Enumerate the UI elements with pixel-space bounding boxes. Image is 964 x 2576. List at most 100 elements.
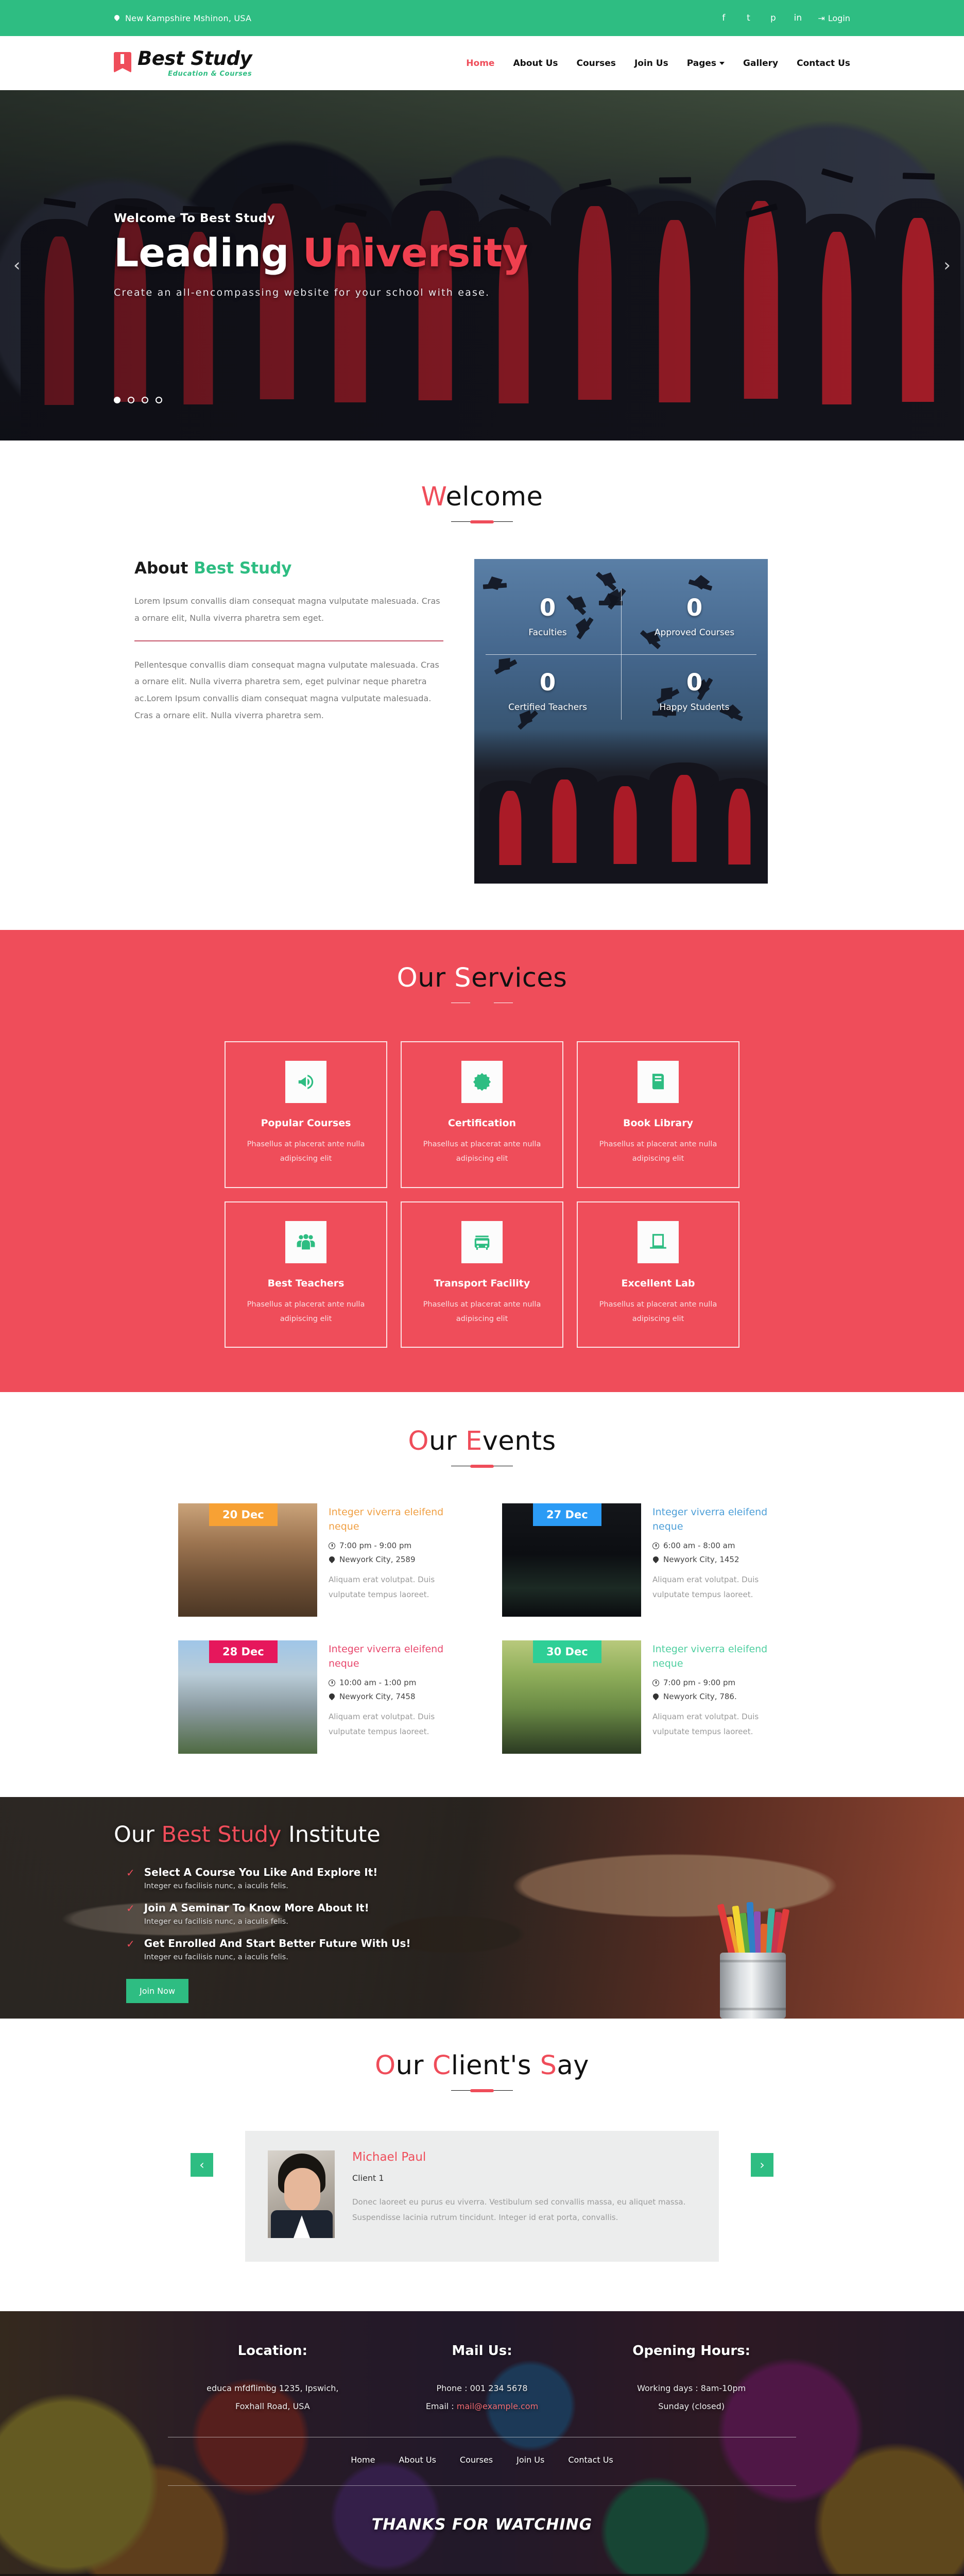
avatar bbox=[268, 2150, 335, 2238]
nav-item-home[interactable]: Home bbox=[466, 58, 494, 69]
testimonial-next-button[interactable]: › bbox=[751, 2153, 773, 2177]
event-thumbnail: 28 Dec bbox=[178, 1640, 317, 1754]
service-desc: Phasellus at placerat ante nulla adipisc… bbox=[237, 1137, 375, 1166]
footer-link-courses[interactable]: Courses bbox=[460, 2455, 493, 2465]
events-title-rest: vents bbox=[483, 1426, 556, 1456]
institute-heading-1: Our bbox=[114, 1822, 161, 1848]
hero-slider: Welcome To Best Study Leading University… bbox=[0, 90, 964, 440]
avatar-face bbox=[284, 2168, 320, 2212]
slider-dot-1[interactable] bbox=[114, 397, 120, 403]
service-title: Popular Courses bbox=[237, 1117, 375, 1129]
nav-item-courses[interactable]: Courses bbox=[577, 58, 616, 69]
services-title-s: S bbox=[454, 963, 471, 993]
clock-icon bbox=[329, 1543, 335, 1549]
footer-link-join-us[interactable]: Join Us bbox=[517, 2455, 544, 2465]
pinterest-icon[interactable]: p bbox=[768, 14, 778, 23]
service-desc: Phasellus at placerat ante nulla adipisc… bbox=[413, 1297, 551, 1327]
service-card-certification[interactable]: Certification Phasellus at placerat ante… bbox=[401, 1041, 563, 1188]
clock-icon bbox=[652, 1680, 659, 1686]
nav-item-join-us[interactable]: Join Us bbox=[634, 58, 668, 69]
stat-certified-teachers-label: Certified Teachers bbox=[508, 702, 587, 713]
event-title[interactable]: Integer viverra eleifend neque bbox=[652, 1642, 786, 1671]
testimonials-section: Our Client's Say ‹ › Michael Paul Client… bbox=[0, 2019, 964, 2311]
event-card[interactable]: 27 Dec Integer viverra eleifend neque 6:00… bbox=[502, 1503, 786, 1617]
about-heading-accent: Best Study bbox=[194, 559, 291, 578]
services-grid: Popular Courses Phasellus at placerat an… bbox=[225, 1041, 739, 1348]
copyright-bar: © 2018 Best Study. All Rights Reserved f… bbox=[0, 2574, 964, 2576]
service-card-popular-courses[interactable]: Popular Courses Phasellus at placerat an… bbox=[225, 1041, 387, 1188]
twitter-icon[interactable]: t bbox=[744, 14, 753, 23]
location-text: New Kampshire Mshinon, USA bbox=[125, 13, 251, 23]
event-location: Newyork City, 7458 bbox=[329, 1692, 462, 1701]
stat-certified-teachers: 0 Certified Teachers bbox=[474, 654, 621, 729]
stats-counter-panel: 0 Faculties 0 Approved Courses 0 Certifi… bbox=[474, 559, 768, 884]
location-pin-icon bbox=[329, 1556, 335, 1563]
footer: Location: educa mfdflimbg 1235, Ipswich,… bbox=[0, 2311, 964, 2576]
testimonial-prev-button[interactable]: ‹ bbox=[191, 2153, 213, 2177]
testi-title-o: O bbox=[375, 2050, 396, 2081]
slider-dot-3[interactable] bbox=[142, 397, 148, 403]
login-label: Login bbox=[828, 13, 850, 23]
stat-certified-teachers-value: 0 bbox=[540, 671, 556, 694]
slider-dot-4[interactable] bbox=[156, 397, 162, 403]
event-thumbnail: 27 Dec bbox=[502, 1503, 641, 1617]
welcome-title-first: W bbox=[421, 482, 446, 512]
nav-item-pages[interactable]: Pages bbox=[687, 58, 725, 69]
clock-icon bbox=[652, 1543, 659, 1549]
nav-item-gallery[interactable]: Gallery bbox=[743, 58, 778, 69]
footer-email-link[interactable]: mail@example.com bbox=[457, 2401, 538, 2411]
testi-title-s: S bbox=[540, 2050, 557, 2081]
topbar-location: New Kampshire Mshinon, USA bbox=[114, 13, 251, 23]
services-section: Our Services Popular Courses Phasellus a… bbox=[0, 930, 964, 1392]
event-title[interactable]: Integer viverra eleifend neque bbox=[329, 1505, 462, 1534]
graduate-figure bbox=[531, 768, 598, 884]
login-link[interactable]: ⇥ Login bbox=[818, 13, 850, 23]
slider-prev-arrow[interactable]: ‹ bbox=[13, 255, 21, 276]
events-title-o: O bbox=[408, 1426, 429, 1456]
event-card[interactable]: 30 Dec Integer viverra eleifend neque 7:00… bbox=[502, 1640, 786, 1754]
event-title[interactable]: Integer viverra eleifend neque bbox=[652, 1505, 786, 1534]
event-description: Aliquam erat volutpat. Duis vulputate te… bbox=[652, 1572, 786, 1602]
point-title: Join A Seminar To Know More About It! bbox=[144, 1902, 369, 1914]
check-icon: ✓ bbox=[126, 1939, 135, 1961]
testimonial-text: Donec laoreet eu purus eu viverra. Vesti… bbox=[352, 2194, 687, 2225]
service-card-excellent-lab[interactable]: Excellent Lab Phasellus at placerat ante… bbox=[577, 1201, 739, 1348]
footer-columns: Location: educa mfdflimbg 1235, Ipswich,… bbox=[168, 2343, 796, 2415]
brand-logo[interactable]: Best Study Education & Courses bbox=[114, 49, 252, 77]
nav-item-about-us[interactable]: About Us bbox=[513, 58, 558, 69]
join-now-button[interactable]: Join Now bbox=[126, 1979, 188, 2003]
linkedin-icon[interactable]: in bbox=[793, 14, 802, 23]
stat-faculties-label: Faculties bbox=[528, 628, 566, 638]
event-card[interactable]: 28 Dec Integer viverra eleifend neque 10:0… bbox=[178, 1640, 462, 1754]
event-thumbnail: 30 Dec bbox=[502, 1640, 641, 1754]
hero-slider-dots bbox=[114, 397, 850, 403]
events-section: Our Events 20 Dec Integer viverra eleifen… bbox=[0, 1392, 964, 1797]
point-desc: Integer eu facilisis nunc, a iaculis fel… bbox=[144, 1882, 378, 1890]
location-pin-icon bbox=[652, 1693, 659, 1700]
nav-item-contact-us[interactable]: Contact Us bbox=[797, 58, 850, 69]
testimonial-name: Michael Paul bbox=[352, 2150, 687, 2164]
location-pin-icon bbox=[652, 1556, 659, 1563]
stat-happy-students-label: Happy Students bbox=[659, 702, 729, 713]
service-title: Excellent Lab bbox=[589, 1278, 727, 1289]
slider-dot-2[interactable] bbox=[128, 397, 134, 403]
nav-item-pages-label: Pages bbox=[687, 58, 716, 69]
slider-next-arrow[interactable]: › bbox=[943, 255, 951, 276]
footer-link-home[interactable]: Home bbox=[351, 2455, 375, 2465]
footer-link-contact-us[interactable]: Contact Us bbox=[568, 2455, 613, 2465]
facebook-icon[interactable]: f bbox=[719, 14, 728, 23]
footer-address-line-2: Foxhall Road, USA bbox=[235, 2401, 310, 2411]
footer-email-label: Email : bbox=[426, 2401, 457, 2411]
event-title[interactable]: Integer viverra eleifend neque bbox=[329, 1642, 462, 1671]
service-title: Best Teachers bbox=[237, 1278, 375, 1289]
service-card-best-teachers[interactable]: Best Teachers Phasellus at placerat ante… bbox=[225, 1201, 387, 1348]
service-desc: Phasellus at placerat ante nulla adipisc… bbox=[237, 1297, 375, 1327]
service-card-transport-facility[interactable]: Transport Facility Phasellus at placerat… bbox=[401, 1201, 563, 1348]
testi-title-ur: ur bbox=[396, 2050, 433, 2081]
service-card-book-library[interactable]: Book Library Phasellus at placerat ante … bbox=[577, 1041, 739, 1188]
event-card[interactable]: 20 Dec Integer viverra eleifend neque 7:00… bbox=[178, 1503, 462, 1617]
top-bar: New Kampshire Mshinon, USA f t p in ⇥ Lo… bbox=[0, 0, 964, 36]
footer-link-about-us[interactable]: About Us bbox=[399, 2455, 436, 2465]
welcome-title-rest: elcome bbox=[446, 482, 543, 512]
event-location: Newyork City, 2589 bbox=[329, 1555, 462, 1564]
